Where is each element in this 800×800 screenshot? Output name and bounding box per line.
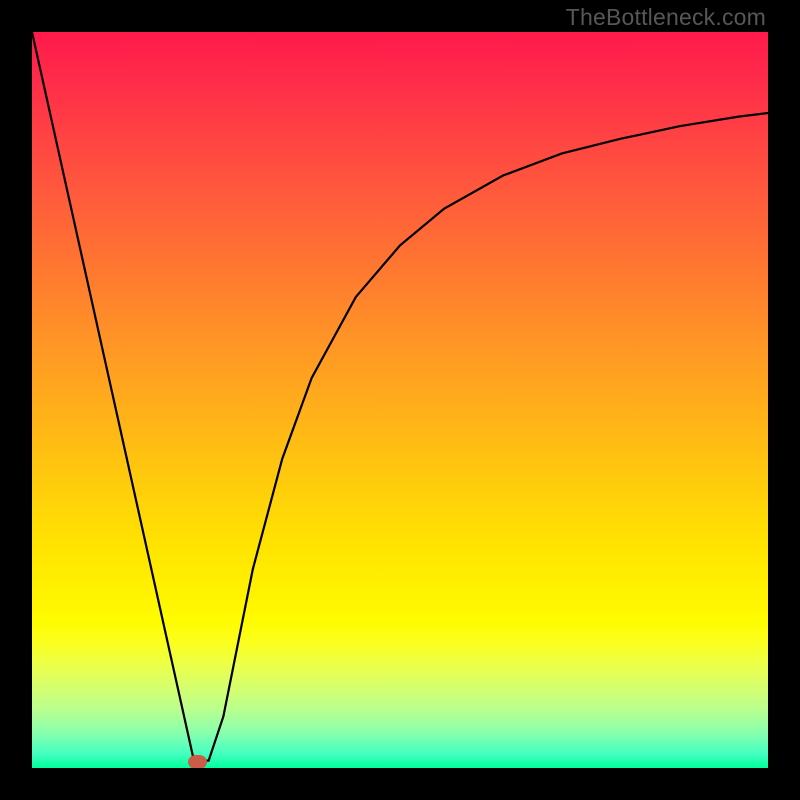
chart-frame: TheBottleneck.com — [0, 0, 800, 800]
curve-svg — [32, 32, 768, 768]
watermark-text: TheBottleneck.com — [566, 4, 766, 31]
plot-area — [32, 32, 768, 768]
optimum-marker — [188, 755, 207, 768]
bottleneck-curve — [32, 32, 768, 761]
